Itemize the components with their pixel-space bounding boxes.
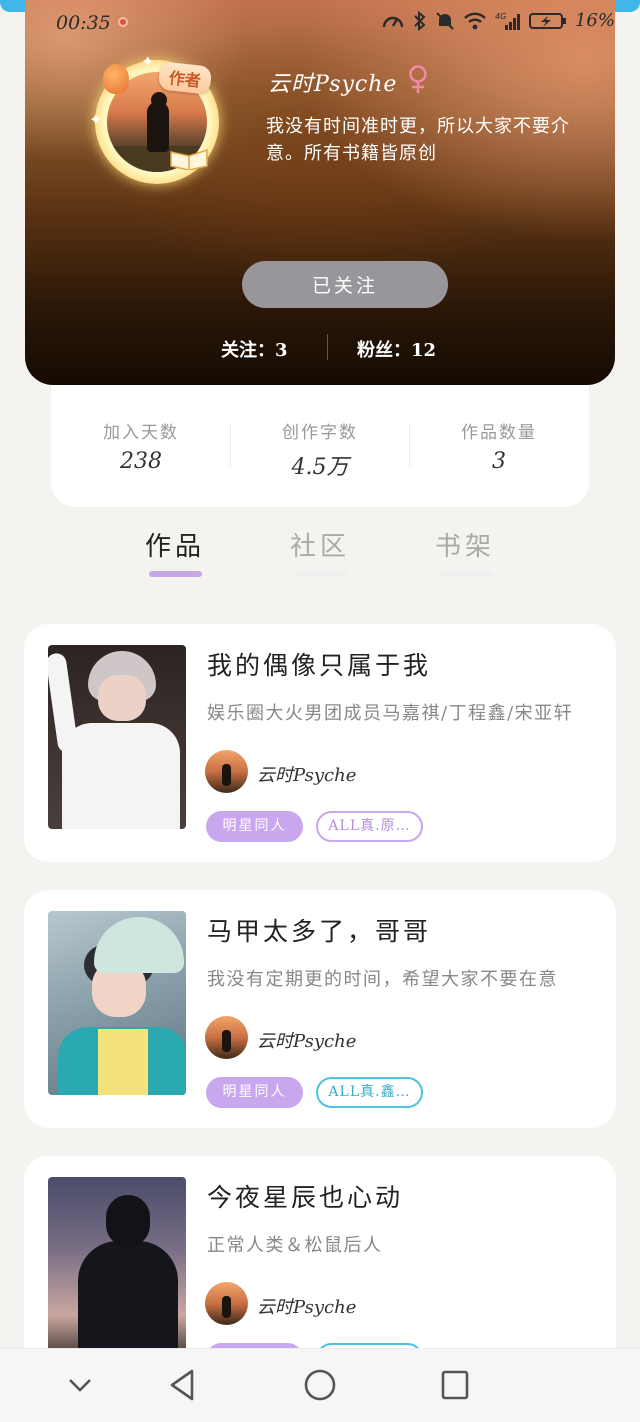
author-stats-card: 加入天数 238 创作字数 4.5万 作品数量 3: [51, 378, 589, 507]
fans-count[interactable]: 粉丝：12: [357, 336, 436, 362]
book-title[interactable]: 今夜星辰也心动: [207, 1178, 403, 1214]
author-name: 云时Psyche: [257, 1297, 357, 1318]
battery-percent: 16%: [574, 10, 615, 31]
stat-word-count: 创作字数 4.5万: [230, 418, 410, 481]
notification-dot-icon: [118, 17, 128, 27]
genre-tag[interactable]: 明星同人: [206, 1077, 303, 1108]
profile-tabs: 作品 社区 书架: [0, 520, 640, 590]
wifi-icon: [464, 12, 486, 29]
tab-indicator: [148, 571, 202, 577]
book-card[interactable]: 马甲太多了，哥哥 我没有定期更的时间，希望大家不要在意 云时Psyche 明星同…: [24, 890, 616, 1128]
book-cover[interactable]: [48, 911, 186, 1095]
battery-charging-icon: [528, 12, 566, 29]
speedometer-icon: [382, 16, 404, 27]
book-title[interactable]: 我的偶像只属于我: [207, 646, 431, 682]
pairing-tag[interactable]: ALL真.鑫…: [316, 1077, 423, 1108]
collapse-down-icon[interactable]: [64, 1367, 96, 1406]
stat-join-days: 加入天数 238: [51, 418, 231, 474]
stat-label: 加入天数: [103, 423, 179, 443]
book-description: 正常人类＆松鼠后人: [207, 1235, 383, 1256]
profile-header: ✦ ✦ 作者 云时Psyche 我没有时间准时更，所以大家不要介意。所有书籍皆原…: [25, 0, 615, 385]
stat-label: 创作字数: [282, 423, 358, 443]
stat-value: 4.5万: [291, 455, 349, 480]
recents-square-icon[interactable]: [438, 1367, 472, 1406]
author-name: 云时Psyche: [257, 1031, 357, 1052]
bluetooth-icon: [414, 10, 426, 31]
tab-indicator: [293, 571, 347, 577]
genre-tag[interactable]: 明星同人: [206, 811, 303, 842]
book-cover[interactable]: [48, 1177, 186, 1361]
book-title[interactable]: 马甲太多了，哥哥: [207, 912, 431, 948]
status-bar: 00:35 4G 16%: [0, 0, 640, 46]
sparkle-icon: ✦: [89, 110, 103, 129]
author-avatar[interactable]: ✦ ✦ 作者: [89, 50, 229, 190]
following-count[interactable]: 关注：3: [221, 336, 288, 362]
stat-label: 作品数量: [461, 423, 537, 443]
sparkle-icon: ✦: [141, 52, 155, 71]
author-avatar: [205, 1016, 248, 1059]
system-navigation-bar: [0, 1348, 640, 1422]
tab-indicator: [438, 571, 492, 577]
status-time: 00:35: [56, 12, 111, 34]
back-triangle-icon[interactable]: [166, 1367, 200, 1406]
signal-icon: 4G: [495, 12, 520, 30]
svg-text:4G: 4G: [495, 12, 506, 21]
stat-works-count: 作品数量 3: [409, 418, 589, 474]
pairing-tag[interactable]: ALL真.原…: [316, 811, 423, 842]
tab-bookshelf[interactable]: 书架: [415, 526, 515, 577]
mute-bell-icon: [436, 11, 454, 30]
book-description: 我没有定期更的时间，希望大家不要在意: [207, 969, 558, 990]
tab-works[interactable]: 作品: [125, 526, 225, 577]
author-badge: 作者: [157, 61, 213, 95]
balloon-decoration-icon: [103, 64, 129, 94]
author-name: 云时Psyche: [257, 765, 357, 786]
tab-community[interactable]: 社区: [270, 526, 370, 577]
home-circle-icon[interactable]: [302, 1367, 338, 1406]
book-description: 娱乐圈大火男团成员马嘉祺/丁程鑫/宋亚轩: [207, 703, 574, 724]
female-icon: [409, 65, 427, 93]
author-avatar: [205, 1282, 248, 1325]
author-avatar: [205, 750, 248, 793]
stat-value: 238: [120, 449, 162, 474]
tab-label: 作品: [144, 532, 205, 562]
book-decoration-icon: [170, 148, 208, 170]
bio-text: 我没有时间准时更，所以大家不要介意。所有书籍皆原创: [266, 116, 570, 164]
divider: [327, 334, 328, 360]
book-card[interactable]: 我的偶像只属于我 娱乐圈大火男团成员马嘉祺/丁程鑫/宋亚轩 云时Psyche 明…: [24, 624, 616, 862]
status-icons: 4G 16%: [381, 10, 615, 31]
book-cover[interactable]: [48, 645, 186, 829]
tab-label: 社区: [289, 532, 350, 562]
tab-label: 书架: [434, 532, 495, 562]
username: 云时Psyche: [268, 72, 398, 97]
stat-value: 3: [492, 449, 506, 474]
follow-stats: 关注：3 粉丝：12: [25, 334, 615, 362]
follow-button[interactable]: 已关注: [242, 261, 448, 308]
